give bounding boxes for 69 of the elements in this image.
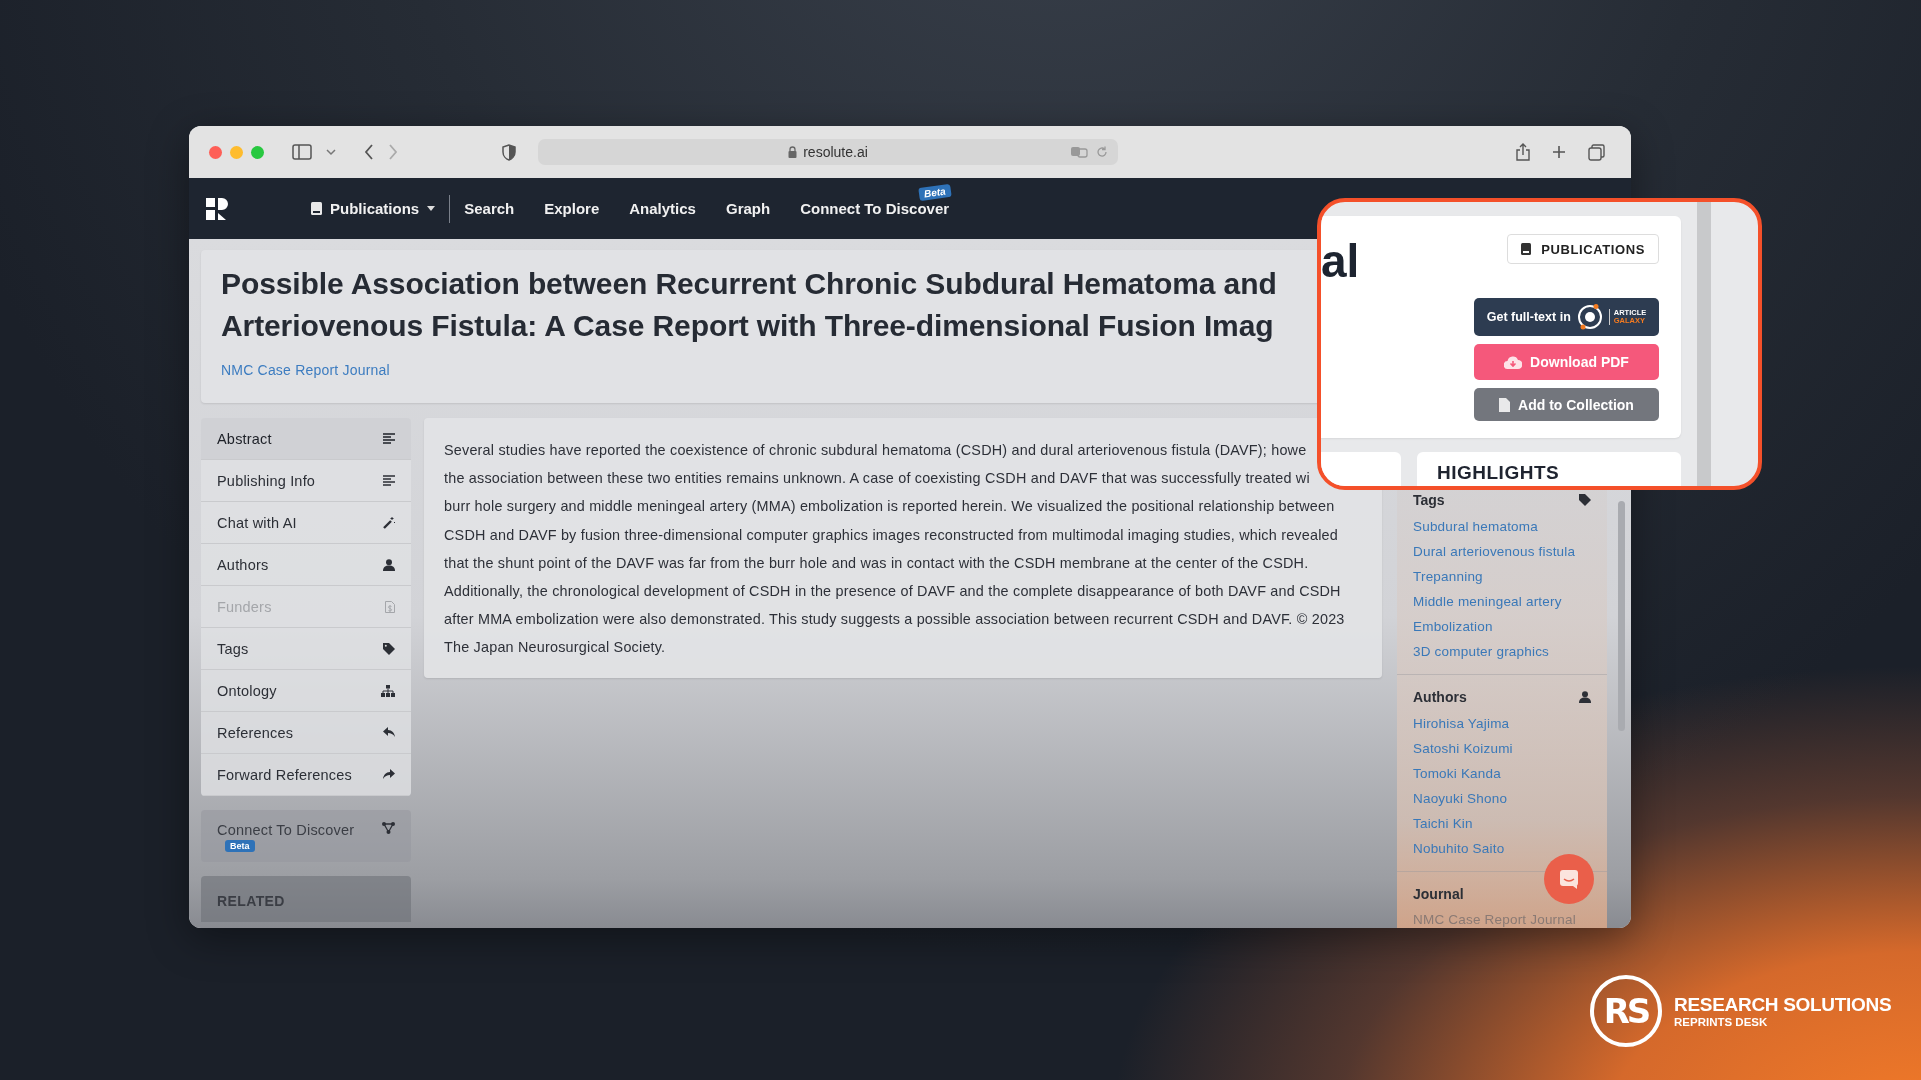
chevron-down-icon[interactable] [326,148,336,156]
close-button[interactable] [209,145,222,159]
url-text: resolute.ai [803,144,868,160]
chat-icon [1559,869,1579,889]
nav-link[interactable]: Connect To Discover [800,199,950,217]
address-bar[interactable]: resolute.ai [538,139,1118,165]
hierarchy-icon [381,684,395,697]
shield-icon[interactable] [502,143,516,161]
sidebar-item[interactable]: Authors [201,544,411,586]
scrollbar[interactable] [1618,501,1625,731]
reply-arrow-icon [383,727,395,738]
tag-icon [1579,494,1591,506]
forward-icon[interactable] [388,144,398,160]
sidebar-item[interactable]: Publishing Info [201,460,411,502]
network-icon [382,822,395,834]
user-icon [383,558,395,571]
scrollbar[interactable] [1697,202,1711,486]
book-icon [311,202,322,215]
sidebar-item[interactable]: Chat with AI [201,502,411,544]
authors-heading: Authors [1413,689,1467,705]
sidebar-item[interactable]: Forward References [201,754,411,796]
translate-icon[interactable] [1070,146,1088,158]
nav-link[interactable]: Analytics [629,199,696,217]
tag-icon [383,642,395,655]
user-icon [1579,691,1591,703]
abstract-text: burr hole surgery and middle meningeal artery (MMA) embolization is reported herein. We visualized the positional relationship between CSDH and DAVF by fusion three-dimensional computer graphics images reconstructed from multimodal imaging studies, which revealed that the shunt point of the DAVF was far from the burr hole and was in contact with the CSDH membrane at the center of the CSDH. Additionally, the chronological development of CSDH in the presence of DAVF and the complete disappearance of both DAVF and CSDH after MMA embolization were also demonstrated. This study suggests a possible association between recurrent CSDH and DAVF. © 2023 The Japan Neurosurgical Society. [444,497,1345,658]
new-tab-icon[interactable] [1552,145,1566,159]
file-icon [1499,397,1511,412]
title-fragment: al [1321,236,1360,289]
book-icon [1521,243,1532,255]
text-lines-icon [383,433,395,444]
sidebar-toggle-icon[interactable] [292,144,312,160]
connect-label: Connect To Discover [217,822,355,838]
beta-badge: Beta [225,840,255,852]
text-lines-icon [383,475,395,486]
nav-link[interactable]: Explore [544,199,600,217]
brand-name: RESEARCH SOLUTIONS [1674,994,1892,1016]
magic-wand-icon [383,516,395,529]
journal-heading: Journal [1413,886,1464,902]
sidebar-item[interactable]: Abstract [201,418,411,460]
tags-heading: Tags [1413,492,1445,508]
cloud-download-icon [1504,355,1523,369]
nav-link[interactable]: Graph [725,199,771,217]
sidebar-item[interactable]: References [201,712,411,754]
highlights-heading: HIGHLIGHTS [1437,462,1560,483]
add-to-collection-button[interactable]: Add to Collection [1474,388,1659,421]
brand-logo: RS [1590,975,1662,1047]
forward-arrow-icon [383,769,395,780]
sidebar-item[interactable]: Ontology [201,670,411,712]
back-icon[interactable] [364,144,374,160]
beta-badge: Beta [918,183,952,201]
app-logo-icon[interactable] [205,196,229,221]
article-title: Possible Association between Recurrent Chronic Subdural Hematoma and Arteriovenous Fistula: A Case Report with Three-dimensional Fusion Imag [221,266,1277,344]
galaxy-logo-icon [1575,303,1604,331]
caret-icon [427,206,436,211]
share-icon[interactable] [1516,143,1530,161]
file-dollar-icon [385,600,395,613]
publications-button[interactable]: PUBLICATIONS [1507,234,1659,264]
brand-subtitle: REPRINTS DESK [1674,1016,1769,1028]
nav-link[interactable]: Search [464,199,515,217]
reload-icon[interactable] [1096,146,1108,158]
zoom-button[interactable] [251,145,264,159]
tabs-overview-icon[interactable] [1588,143,1605,161]
journal-name: NMC Case Report Journal [1413,912,1577,927]
related-heading: RELATED [217,893,285,909]
sidebar-item[interactable]: Tags [201,628,411,670]
lock-icon [788,146,798,158]
publications-menu[interactable]: Publications [311,200,436,217]
connect-to-discover-item[interactable]: Connect To Discover Beta [201,810,411,862]
